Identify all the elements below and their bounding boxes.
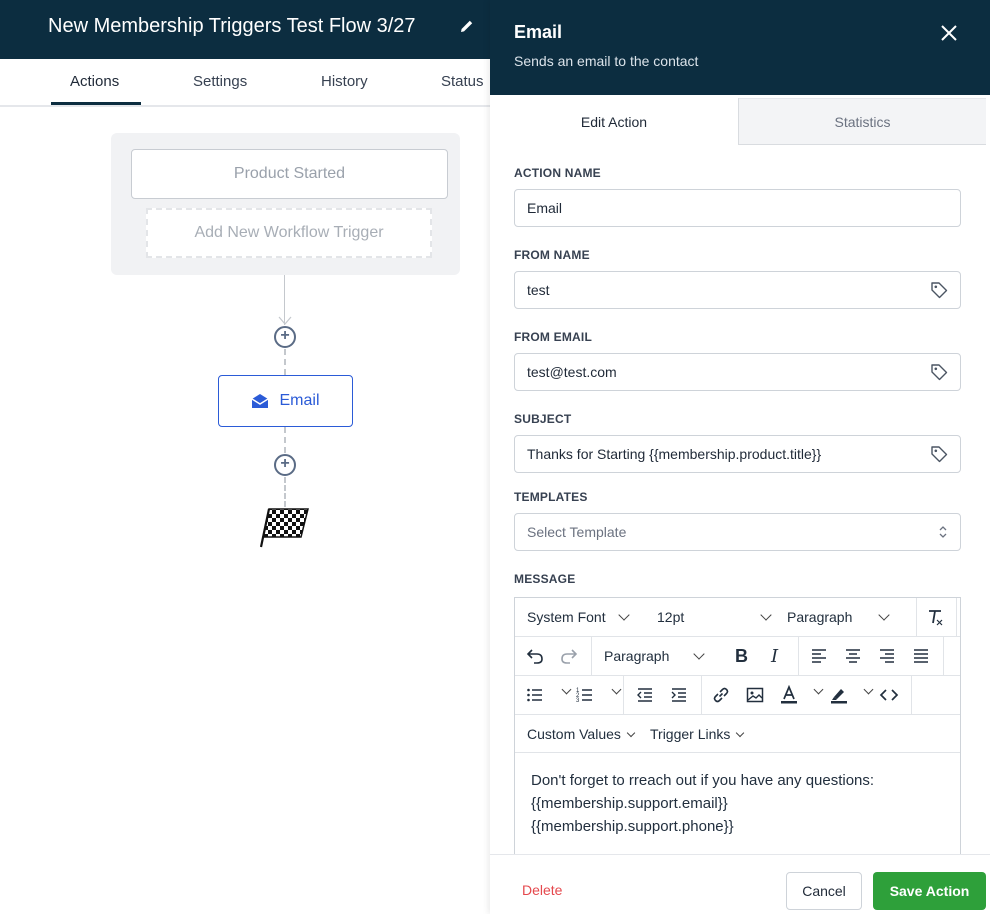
tab-settings[interactable]: Settings (193, 73, 247, 90)
from-email-value: test@test.com (527, 364, 617, 380)
chevron-down-icon[interactable] (863, 684, 874, 695)
undo-icon[interactable] (525, 646, 545, 666)
tab-statistics[interactable]: Statistics (739, 98, 986, 145)
email-action-node[interactable]: Email (218, 375, 353, 427)
panel-subtitle: Sends an email to the contact (514, 53, 699, 69)
italic-button[interactable]: I (771, 637, 778, 675)
message-line: {{membership.support.phone}} (531, 818, 734, 835)
templates-placeholder: Select Template (527, 524, 627, 540)
font-size-select[interactable]: 12pt (657, 598, 772, 636)
editor-toolbar-row-2: Paragraph B I (515, 637, 960, 676)
block-format-select[interactable]: Paragraph (787, 598, 891, 636)
add-step-button-2[interactable]: + (274, 454, 296, 476)
align-center-icon[interactable] (843, 646, 863, 666)
redo-icon[interactable] (559, 646, 579, 666)
templates-select[interactable]: Select Template (514, 513, 961, 551)
delete-button[interactable]: Delete (522, 882, 562, 898)
image-icon[interactable] (745, 685, 765, 705)
panel-title: Email (514, 22, 563, 42)
link-icon[interactable] (711, 685, 731, 705)
action-panel: Email Sends an email to the contact Edit… (490, 0, 990, 914)
custom-values-menu[interactable]: Custom Values (527, 726, 636, 742)
connector-line (284, 349, 286, 375)
action-name-input[interactable]: Email (514, 189, 961, 227)
chevron-down-icon[interactable] (561, 684, 572, 695)
block-format-select-2[interactable]: Paragraph (604, 637, 706, 675)
close-icon[interactable] (940, 24, 958, 42)
message-line: Don't forget to rreach out if you have a… (531, 772, 875, 789)
message-label: MESSAGE (514, 572, 576, 586)
source-code-icon[interactable] (879, 685, 899, 705)
tab-history[interactable]: History (321, 73, 368, 90)
from-name-value: test (527, 282, 550, 298)
flow-tabs: Actions Settings History Status (0, 59, 490, 107)
arrow-down-icon (278, 316, 292, 325)
outdent-icon[interactable] (635, 685, 655, 705)
text-color-icon[interactable] (779, 685, 799, 705)
email-node-label: Email (279, 392, 320, 409)
flow-header: New Membership Triggers Test Flow 3/27 (0, 0, 490, 59)
editor-context-row: Custom Values Trigger Links (515, 715, 960, 753)
tab-actions[interactable]: Actions (70, 73, 119, 90)
highlight-color-icon[interactable] (829, 685, 849, 705)
message-line: {{membership.support.email}} (531, 795, 728, 812)
tab-status[interactable]: Status (441, 73, 484, 90)
panel-footer: Delete Cancel Save Action (490, 854, 990, 914)
align-justify-icon[interactable] (911, 646, 931, 666)
editor-toolbar-row-3: 1 2 3 (515, 676, 960, 715)
custom-values-label: Custom Values (527, 726, 621, 742)
tag-icon[interactable] (930, 363, 948, 381)
trigger-links-label: Trigger Links (650, 726, 731, 742)
numbered-list-icon[interactable]: 1 2 3 (575, 685, 595, 705)
align-right-icon[interactable] (877, 646, 897, 666)
bold-button[interactable]: B (735, 637, 748, 675)
trigger-card[interactable]: Product Started (131, 149, 448, 199)
chevron-down-icon[interactable] (813, 684, 824, 695)
from-name-input[interactable]: test (514, 271, 961, 309)
clear-formatting-icon[interactable] (925, 607, 945, 627)
subject-label: SUBJECT (514, 412, 572, 426)
connector-line (284, 427, 286, 453)
from-name-label: FROM NAME (514, 248, 590, 262)
tag-icon[interactable] (930, 281, 948, 299)
svg-text:3: 3 (576, 698, 580, 704)
add-step-button-1[interactable]: + (274, 326, 296, 348)
from-email-input[interactable]: test@test.com (514, 353, 961, 391)
message-body[interactable]: Don't forget to rreach out if you have a… (531, 769, 951, 838)
pencil-icon[interactable] (459, 18, 475, 34)
checkered-flag-icon (260, 508, 309, 548)
add-trigger-button[interactable]: Add New Workflow Trigger (146, 208, 432, 258)
tag-icon[interactable] (930, 445, 948, 463)
message-editor: System Font 12pt Paragraph Paragraph B I… (514, 597, 961, 857)
subject-value: Thanks for Starting {{membership.product… (527, 446, 822, 462)
envelope-open-icon (252, 394, 269, 408)
chevron-down-icon[interactable] (611, 684, 622, 695)
font-family-value: System Font (527, 609, 606, 625)
templates-label: TEMPLATES (514, 490, 588, 504)
from-email-label: FROM EMAIL (514, 330, 592, 344)
select-arrows-icon (939, 526, 947, 538)
block-format-value-2: Paragraph (604, 648, 670, 664)
bullet-list-icon[interactable] (525, 685, 545, 705)
trigger-links-menu[interactable]: Trigger Links (650, 726, 745, 742)
cancel-button[interactable]: Cancel (786, 872, 862, 910)
font-size-value: 12pt (657, 609, 685, 625)
block-format-value: Paragraph (787, 609, 853, 625)
align-left-icon[interactable] (809, 646, 829, 666)
save-action-button[interactable]: Save Action (873, 872, 986, 910)
flow-title: New Membership Triggers Test Flow 3/27 (48, 15, 416, 37)
action-name-value: Email (527, 200, 563, 216)
indent-icon[interactable] (669, 685, 689, 705)
connector-line (284, 477, 286, 507)
active-tab-indicator (51, 102, 141, 105)
workflow-editor: New Membership Triggers Test Flow 3/27 A… (0, 0, 990, 914)
action-name-label: ACTION NAME (514, 166, 601, 180)
font-family-select[interactable]: System Font (527, 598, 630, 636)
tab-edit-action[interactable]: Edit Action (490, 98, 739, 145)
editor-toolbar-row-1: System Font 12pt Paragraph (515, 598, 960, 637)
subject-input[interactable]: Thanks for Starting {{membership.product… (514, 435, 961, 473)
panel-header: Email Sends an email to the contact (490, 0, 990, 95)
